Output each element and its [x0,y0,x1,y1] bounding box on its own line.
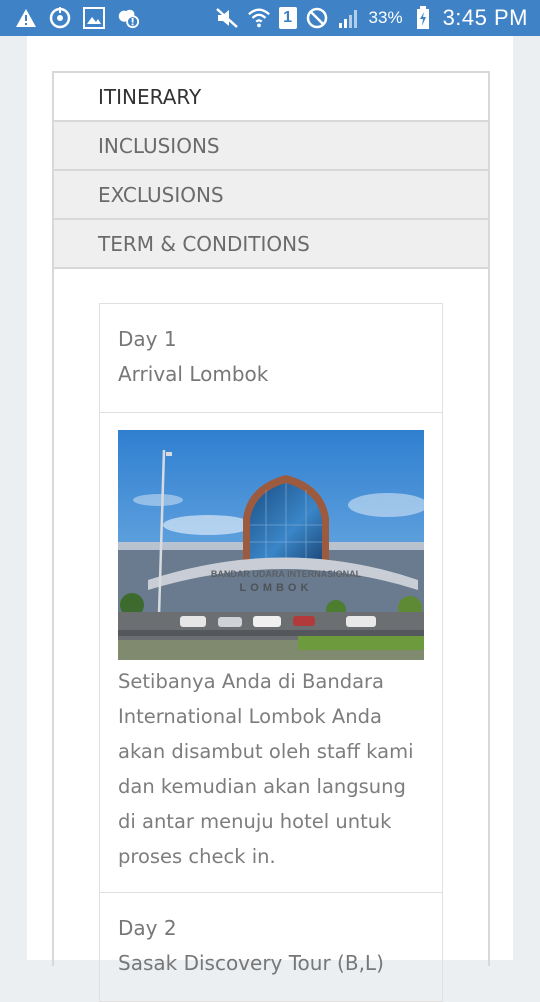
day-2-header[interactable]: Day 2 Sasak Discovery Tour (B,L) [100,893,442,1001]
content-card: ITINERARY INCLUSIONS EXCLUSIONS TERM & C… [27,36,513,1002]
day-1-body: BANDAR UDARA INTERNASIONAL LOMBOK Setiba… [100,413,442,893]
tab-itinerary[interactable]: ITINERARY [54,73,488,122]
day-1-label: Day 1 [118,327,177,351]
blocked-data-icon [116,6,140,30]
day-1-title: Arrival Lombok [118,362,269,386]
no-signal-icon [305,6,329,30]
warning-icon [14,6,38,30]
day-1-header[interactable]: Day 1 Arrival Lombok [100,304,442,413]
photo-sign-text: BANDAR UDARA INTERNASIONAL [211,569,362,579]
battery-percent: 33% [368,8,403,27]
day-1-description: Setibanya Anda di Bandara International … [118,670,414,868]
photo-sign-text-2: LOMBOK [240,582,313,594]
mute-icon [215,6,239,30]
tab-list: ITINERARY INCLUSIONS EXCLUSIONS TERM & C… [52,71,490,269]
sync-icon [48,6,72,30]
sim-slot-badge: 1 [278,7,297,29]
itinerary-panel: Day 1 Arrival Lombok BANDAR UDARA INTERN… [52,266,490,1002]
airport-photo: BANDAR UDARA INTERNASIONAL LOMBOK [118,430,424,660]
tab-terms-conditions[interactable]: TERM & CONDITIONS [54,220,488,269]
tab-inclusions[interactable]: INCLUSIONS [54,122,488,171]
battery-charging-icon [411,6,435,30]
clock: 3:45 PM [442,5,528,30]
gallery-icon [82,6,106,30]
signal-icon [337,6,361,30]
day-2-title: Sasak Discovery Tour (B,L) [118,951,384,975]
wifi-icon [247,6,271,30]
day-2-label: Day 2 [118,916,177,940]
status-bar: 1 33% 3:45 PM [0,0,540,36]
itinerary-day-list: Day 1 Arrival Lombok BANDAR UDARA INTERN… [99,303,443,1002]
tab-exclusions[interactable]: EXCLUSIONS [54,171,488,220]
